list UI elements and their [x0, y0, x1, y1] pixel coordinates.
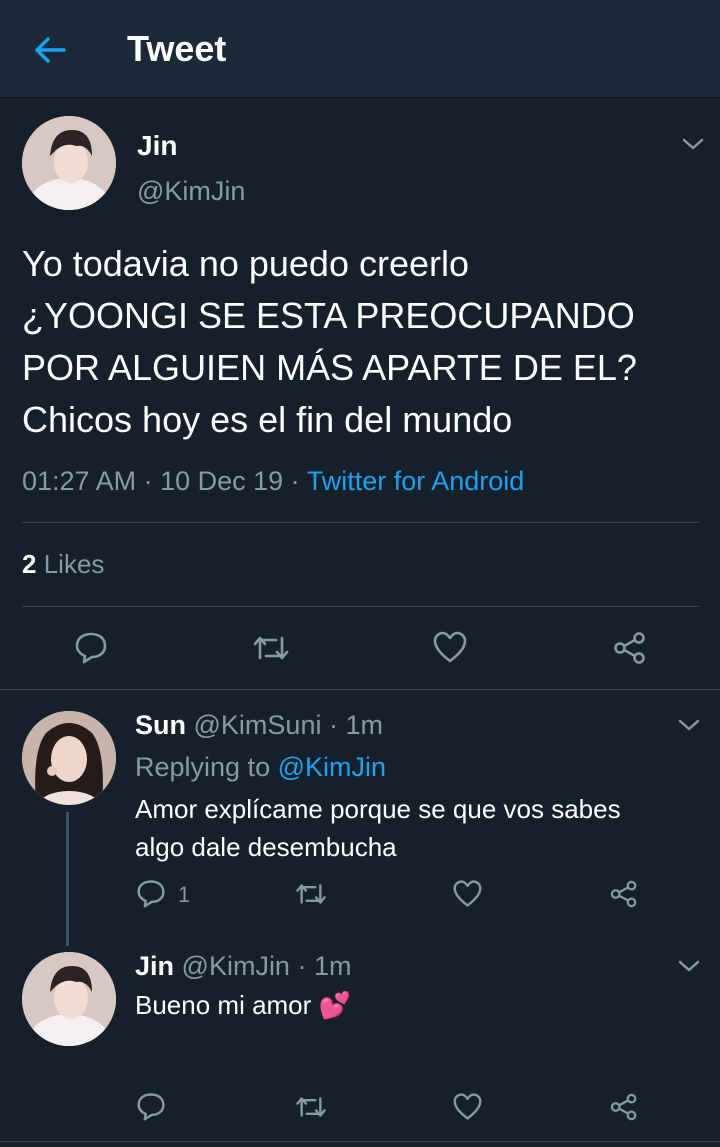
reply-header: Sun @KimSuni · 1m — [135, 710, 383, 740]
top-bar: Tweet — [0, 0, 720, 98]
heart-icon — [453, 880, 482, 907]
replying-to: Replying to @KimJin — [135, 752, 386, 783]
tweet-time: 01:27 AM — [22, 466, 137, 496]
reply-author-handle[interactable]: @KimSuni — [194, 710, 322, 740]
reply-header: Jin @KimJin · 1m — [135, 951, 352, 981]
like-button[interactable] — [452, 879, 483, 908]
reply-text-line: algo dale desembucha — [135, 832, 397, 862]
share-button[interactable] — [609, 1092, 639, 1122]
retweet-icon — [296, 1097, 326, 1117]
comment-icon — [137, 880, 165, 908]
divider — [0, 1141, 720, 1142]
retweet-button[interactable] — [294, 880, 328, 908]
author-handle[interactable]: @KimJin — [137, 176, 245, 207]
retweet-button[interactable] — [251, 632, 291, 664]
likes-stat[interactable]: 2 Likes — [22, 549, 104, 580]
share-icon — [610, 880, 637, 908]
reply-options-button[interactable] — [676, 957, 702, 975]
reply-text-line: Amor explícame porque se que vos sabes — [135, 794, 621, 824]
chevron-down-icon — [682, 138, 704, 150]
likes-label: Likes — [43, 549, 105, 579]
tweet-text-line: POR ALGUIEN MÁS APARTE DE EL? — [22, 347, 637, 388]
author-name[interactable]: Jin — [137, 130, 177, 162]
reply-button[interactable] — [136, 878, 166, 908]
divider — [22, 522, 699, 523]
person-photo-icon — [22, 711, 116, 805]
person-photo-icon — [22, 116, 116, 210]
reply-author-name[interactable]: Sun — [135, 710, 186, 740]
tweet-options-button[interactable] — [680, 135, 706, 153]
heart-icon — [433, 631, 467, 663]
two-hearts-emoji: 💕 — [318, 990, 351, 1020]
tweet-text: Yo todavia no puedo creerlo ¿YOONGI SE E… — [22, 238, 702, 446]
reply-text: Bueno mi amor 💕 — [135, 986, 695, 1024]
like-button[interactable] — [452, 1092, 483, 1121]
chevron-down-icon — [678, 719, 700, 731]
person-photo-icon — [22, 952, 116, 1046]
comment-icon — [75, 632, 107, 664]
share-button[interactable] — [609, 879, 639, 909]
reply-count: 1 — [178, 882, 191, 907]
avatar[interactable] — [22, 711, 116, 805]
retweet-icon — [253, 636, 289, 660]
retweet-button[interactable] — [294, 1093, 328, 1121]
back-button[interactable] — [30, 30, 70, 70]
comment-icon — [137, 1093, 165, 1121]
tweet-text-line: Yo todavia no puedo creerlo — [22, 243, 470, 284]
reply-author-name[interactable]: Jin — [135, 951, 174, 981]
arrow-left-icon — [35, 37, 66, 63]
reply-options-button[interactable] — [676, 716, 702, 734]
reply-text-content: Bueno mi amor — [135, 990, 312, 1020]
tweet-date: 10 Dec 19 — [160, 466, 284, 496]
tweet-source-link[interactable]: Twitter for Android — [307, 466, 525, 496]
heart-icon — [453, 1093, 482, 1120]
thread-connector — [66, 812, 69, 946]
divider — [22, 606, 699, 607]
divider — [0, 689, 720, 690]
reply-time: 1m — [345, 710, 383, 740]
share-icon — [614, 632, 645, 664]
tweet-meta: 01:27 AM · 10 Dec 19 · Twitter for Andro… — [22, 466, 525, 496]
avatar[interactable] — [22, 116, 116, 210]
reply-button[interactable] — [136, 1091, 166, 1121]
reply-time: 1m — [313, 951, 352, 981]
avatar[interactable] — [22, 952, 116, 1046]
like-button[interactable] — [432, 630, 468, 664]
share-icon — [610, 1093, 637, 1121]
likes-count: 2 — [22, 549, 37, 579]
replying-to-label: Replying to — [135, 752, 271, 782]
reply-author-handle[interactable]: @KimJin — [182, 951, 290, 981]
reply-text: Amor explícame porque se que vos sabes a… — [135, 790, 695, 866]
reply-button[interactable] — [74, 630, 108, 664]
chevron-down-icon — [678, 960, 700, 972]
share-button[interactable] — [612, 630, 648, 666]
page-title: Tweet — [127, 28, 227, 69]
retweet-icon — [296, 884, 326, 904]
tweet-text-line: ¿YOONGI SE ESTA PREOCUPANDO — [22, 295, 635, 336]
tweet-text-line: Chicos hoy es el fin del mundo — [22, 399, 513, 440]
replying-to-link[interactable]: @KimJin — [278, 752, 386, 782]
